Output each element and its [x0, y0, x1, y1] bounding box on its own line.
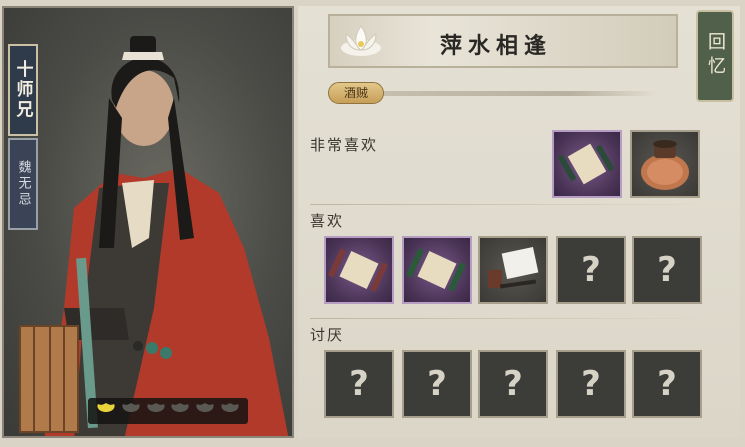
item-slot-love[interactable] — [552, 130, 622, 198]
unknown-item-icon: ? — [349, 364, 369, 404]
section-divider — [310, 204, 720, 205]
ginkgo-leaf-empty-icon — [171, 403, 189, 418]
relationship-banner: 萍水相逢 — [328, 14, 678, 68]
ginkgo-leaf-empty-icon — [147, 403, 165, 418]
ginkgo-leaf-empty-icon — [221, 403, 239, 418]
item-slot-dislike-locked[interactable]: ? — [632, 350, 702, 418]
relationship-title: 萍水相逢 — [440, 33, 553, 59]
paper-brush-icon — [488, 246, 539, 289]
lotus-icon — [341, 25, 381, 56]
scroll-icon — [558, 143, 614, 185]
unknown-item-icon: ? — [581, 364, 601, 404]
section-label-like: 喜欢 — [310, 212, 345, 230]
ginkgo-leaf-empty-icon — [122, 403, 140, 418]
wine-jar-icon — [641, 140, 689, 190]
favor-leaf-rating — [88, 398, 248, 424]
section-label-love: 非常喜欢 — [310, 136, 379, 154]
relationship-progress: 酒贼 — [328, 82, 658, 104]
unknown-item-icon: ? — [657, 364, 677, 404]
item-slot-like[interactable] — [478, 236, 548, 304]
unknown-item-icon: ? — [657, 250, 677, 290]
item-slot-dislike-locked[interactable]: ? — [556, 350, 626, 418]
scroll-icon — [328, 248, 388, 292]
item-slot-dislike-locked[interactable]: ? — [478, 350, 548, 418]
item-slot-like[interactable] — [402, 236, 472, 304]
character-portrait-panel: 十师兄 魏无忌 — [2, 6, 294, 438]
item-slot-dislike-locked[interactable]: ? — [402, 350, 472, 418]
character-affinity-screen: 十师兄 魏无忌 萍水相逢 回忆 酒贼 非常喜欢 喜欢 ? ? 讨厌 ? ? ? … — [0, 0, 745, 447]
recall-button[interactable]: 回忆 — [696, 10, 734, 102]
progress-track — [368, 91, 658, 96]
relationship-tag: 酒贼 — [328, 82, 384, 104]
character-title-tag: 十师兄 — [8, 44, 38, 136]
section-label-dislike: 讨厌 — [310, 326, 345, 344]
item-slot-like-locked[interactable]: ? — [632, 236, 702, 304]
item-slot-like-locked[interactable]: ? — [556, 236, 626, 304]
ginkgo-leaf-empty-icon — [196, 403, 214, 418]
unknown-item-icon: ? — [581, 250, 601, 290]
section-divider — [310, 318, 720, 319]
affinity-info-panel: 萍水相逢 回忆 酒贼 非常喜欢 喜欢 ? ? 讨厌 ? ? ? ? ? — [298, 6, 740, 438]
ginkgo-leaf-filled-icon — [97, 403, 115, 418]
item-slot-like[interactable] — [324, 236, 394, 304]
unknown-item-icon: ? — [503, 364, 523, 404]
character-name-tag: 魏无忌 — [8, 138, 38, 230]
item-slot-love[interactable] — [630, 130, 700, 198]
unknown-item-icon: ? — [427, 364, 447, 404]
scroll-green-icon — [406, 248, 466, 292]
item-slot-dislike-locked[interactable]: ? — [324, 350, 394, 418]
character-portrait — [19, 36, 289, 436]
